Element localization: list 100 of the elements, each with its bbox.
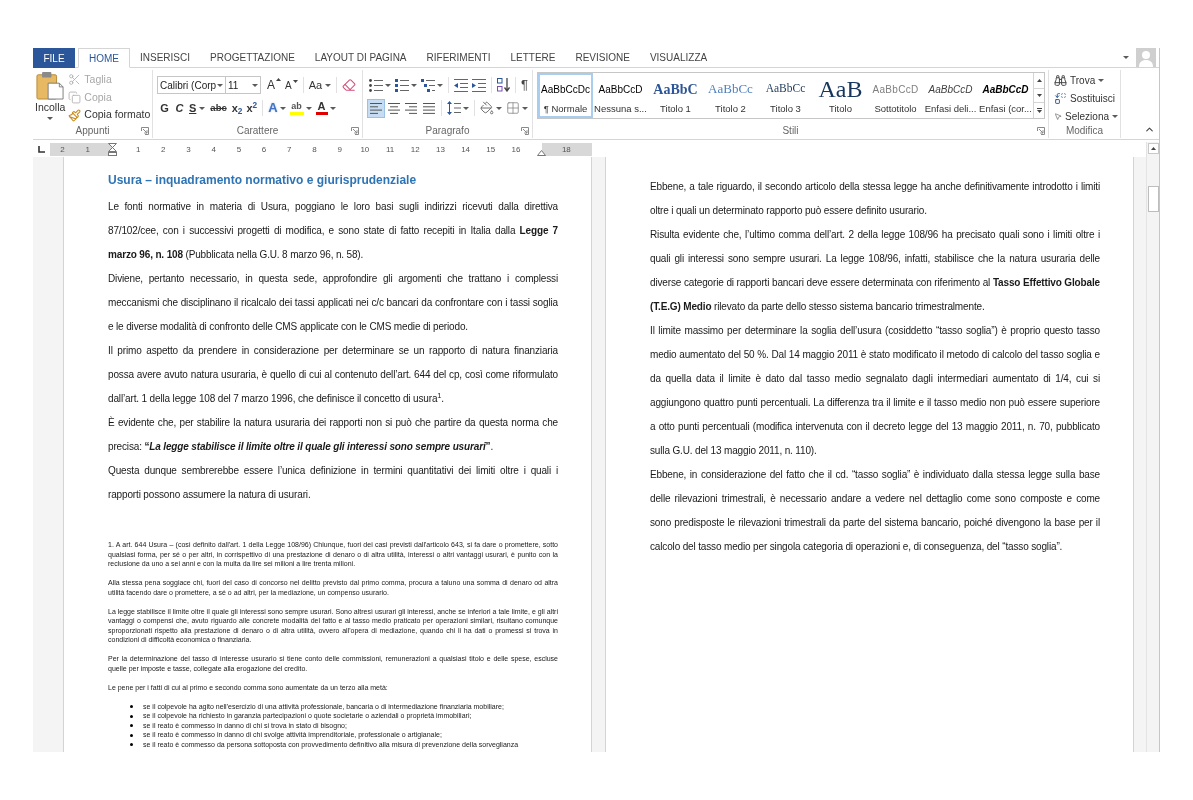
italic-button[interactable]: C — [172, 99, 187, 117]
style-gallery-item[interactable]: AaBbCc Titolo 3 — [758, 73, 813, 118]
decrease-indent-icon — [454, 78, 468, 92]
font-size-field[interactable]: 11 — [226, 76, 261, 94]
up-triangle-icon — [276, 78, 281, 81]
bullet-icon — [130, 743, 133, 746]
style-gallery-item[interactable]: AaBbC Titolo 1 — [648, 73, 703, 118]
style-gallery-item[interactable]: AaBbCcD Nessuna s... — [593, 73, 648, 118]
caret-icon — [437, 83, 443, 87]
ruler-number: 5 — [236, 144, 242, 155]
bullet-icon — [130, 705, 133, 708]
justify-icon — [423, 102, 436, 114]
up-triangle-icon — [1036, 79, 1042, 82]
align-left-button[interactable] — [367, 98, 385, 118]
vertical-scrollbar[interactable] — [1146, 142, 1159, 752]
ruler-number: 16 — [511, 144, 521, 155]
copy-icon — [68, 91, 82, 104]
caret-icon — [305, 106, 312, 110]
indent-marker-icon[interactable] — [108, 143, 118, 156]
ribbon-tab[interactable]: RIFERIMENTI — [416, 48, 501, 67]
font-name-field[interactable]: Calibri (Corp — [157, 76, 226, 94]
caret-icon — [279, 106, 286, 110]
caret-icon — [252, 83, 258, 87]
ribbon-tab[interactable]: REVISIONE — [565, 48, 640, 67]
line-spacing-button[interactable] — [445, 99, 471, 117]
caret-icon — [199, 106, 206, 110]
scroll-up-button[interactable] — [1147, 143, 1159, 154]
sort-icon — [497, 78, 510, 92]
style-gallery-item[interactable]: AaBbCcDc ¶ Normale — [538, 73, 593, 118]
ribbon-tab[interactable]: PROGETTAZIONE — [200, 48, 305, 67]
caret-icon — [496, 106, 502, 110]
tab-stop-icon[interactable] — [38, 146, 45, 153]
paintbrush-icon — [68, 108, 82, 122]
bullet-list-icon — [369, 78, 383, 92]
ribbon-tab[interactable]: VISUALIZZA — [639, 48, 718, 67]
select-button[interactable]: Seleziona — [1054, 107, 1118, 125]
change-case-button[interactable]: Aa — [306, 76, 334, 94]
down-triangle-icon — [1036, 94, 1042, 97]
increase-indent-icon — [472, 78, 486, 92]
sort-button[interactable] — [495, 76, 512, 94]
shading-button[interactable] — [478, 99, 504, 117]
strikethrough-button[interactable]: abc — [207, 99, 230, 117]
ruler-number: 2 — [60, 144, 65, 155]
up-triangle-icon — [1150, 147, 1156, 150]
grow-font-button[interactable]: A — [265, 76, 283, 94]
highlight-button[interactable]: ab — [287, 99, 314, 117]
body-paragraph: Il primo aspetto da prendere in considerazione per determinare se un rapporto di natura finanziaria possa avere avuto natura usuraria, è quello di cui al contenuto dell’art. 644 del cp, così come riformulato dall’art. 1 della legge 108 del 7 marzo 1996, che definisce il concetto di usura$^{1}$. — [108, 344, 558, 406]
bullets-button[interactable] — [367, 76, 393, 94]
ruler-number: 12 — [410, 144, 420, 155]
ribbon-tab[interactable]: LETTERE — [500, 48, 566, 67]
replace-button[interactable]: Sostituisci — [1054, 89, 1118, 107]
subscript-button[interactable]: x$_{2}$ — [229, 99, 245, 117]
ribbon-tab[interactable]: HOME — [78, 48, 130, 68]
decrease-indent-button[interactable] — [452, 76, 470, 94]
caret-icon — [385, 83, 391, 87]
file-tab[interactable]: FILE — [33, 48, 75, 68]
paint-bucket-icon — [480, 101, 494, 115]
bullet-icon — [130, 714, 133, 718]
show-formatting-button[interactable]: ¶ — [519, 76, 530, 94]
multilevel-list-button[interactable] — [419, 76, 445, 94]
caret-icon — [522, 106, 528, 110]
style-gallery-item[interactable]: AaBbCcD Sottotitolo — [868, 73, 923, 118]
bold-button[interactable]: G — [157, 99, 172, 117]
clear-formatting-button[interactable] — [340, 76, 359, 94]
caret-icon — [1123, 56, 1129, 59]
style-gallery-item[interactable]: AaBbCcD Enfasi (cor... — [978, 73, 1033, 118]
group-label: Appunti — [75, 125, 110, 137]
ruler-number: 4 — [211, 144, 216, 155]
style-gallery-item[interactable]: AaB Titolo — [813, 73, 868, 118]
style-gallery-item[interactable]: AaBbCc Titolo 2 — [703, 73, 758, 118]
dialog-launcher-icon[interactable] — [351, 127, 359, 135]
find-button[interactable]: Trova — [1054, 71, 1118, 89]
dialog-launcher-icon[interactable] — [1037, 127, 1045, 135]
dialog-launcher-icon[interactable] — [141, 127, 149, 135]
align-right-icon — [405, 102, 418, 114]
multilevel-list-icon — [421, 78, 435, 92]
font-color-button[interactable]: A — [313, 99, 338, 117]
clipboard-paste-icon — [36, 71, 65, 100]
text-effects-button[interactable]: A — [266, 99, 288, 117]
group-label: Modifica — [1065, 125, 1104, 137]
ruler-number: 10 — [360, 144, 370, 155]
body-paragraph: Questa dunque sembrerebbe essere l’unica definizione in termini quantitativi dei limiti oltre i quali i rapporti possono assumere la natura di usurari. — [108, 464, 558, 502]
underline-button[interactable]: S — [187, 99, 208, 117]
format-painter-button[interactable]: Copia formato — [66, 106, 153, 124]
superscript-button[interactable]: x$^{2}$ — [244, 99, 260, 117]
ribbon-tab[interactable]: LAYOUT DI PAGINA — [304, 48, 417, 67]
down-triangle-icon — [292, 80, 298, 83]
scrollbar-thumb[interactable] — [1147, 186, 1159, 212]
group-label: Paragrafo — [425, 125, 470, 137]
body-paragraph: Risulta evidente che, l’ultimo comma dell’art. 2 della legge 108/96 ha precisato quali sono i limiti oltre i quali gli interessi sono sempre usurari. La legge 108/96, infatti, stabilisce che la natura usuraria delle diverse categorie di rapporti bancari deve essere determinata con riferimento al Tasso Effettivo Globale (T.E.G) Medio rilevato da parte dello stesso sistema bancario trimestralmente. — [650, 228, 1100, 314]
gallery-scroll-down-button[interactable] — [1034, 88, 1044, 103]
dialog-launcher-icon[interactable] — [521, 127, 529, 135]
numbering-button[interactable] — [393, 76, 419, 94]
increase-indent-button[interactable] — [470, 76, 488, 94]
shrink-font-button[interactable]: A — [283, 76, 300, 94]
ribbon-tab[interactable]: INSERISCI — [130, 48, 200, 67]
style-gallery-item[interactable]: AaBbCcD Enfasi deli... — [923, 73, 978, 118]
bullet-icon — [130, 733, 133, 737]
paste-button[interactable]: Incolla — [35, 70, 66, 124]
group-label: Carattere — [236, 125, 279, 137]
